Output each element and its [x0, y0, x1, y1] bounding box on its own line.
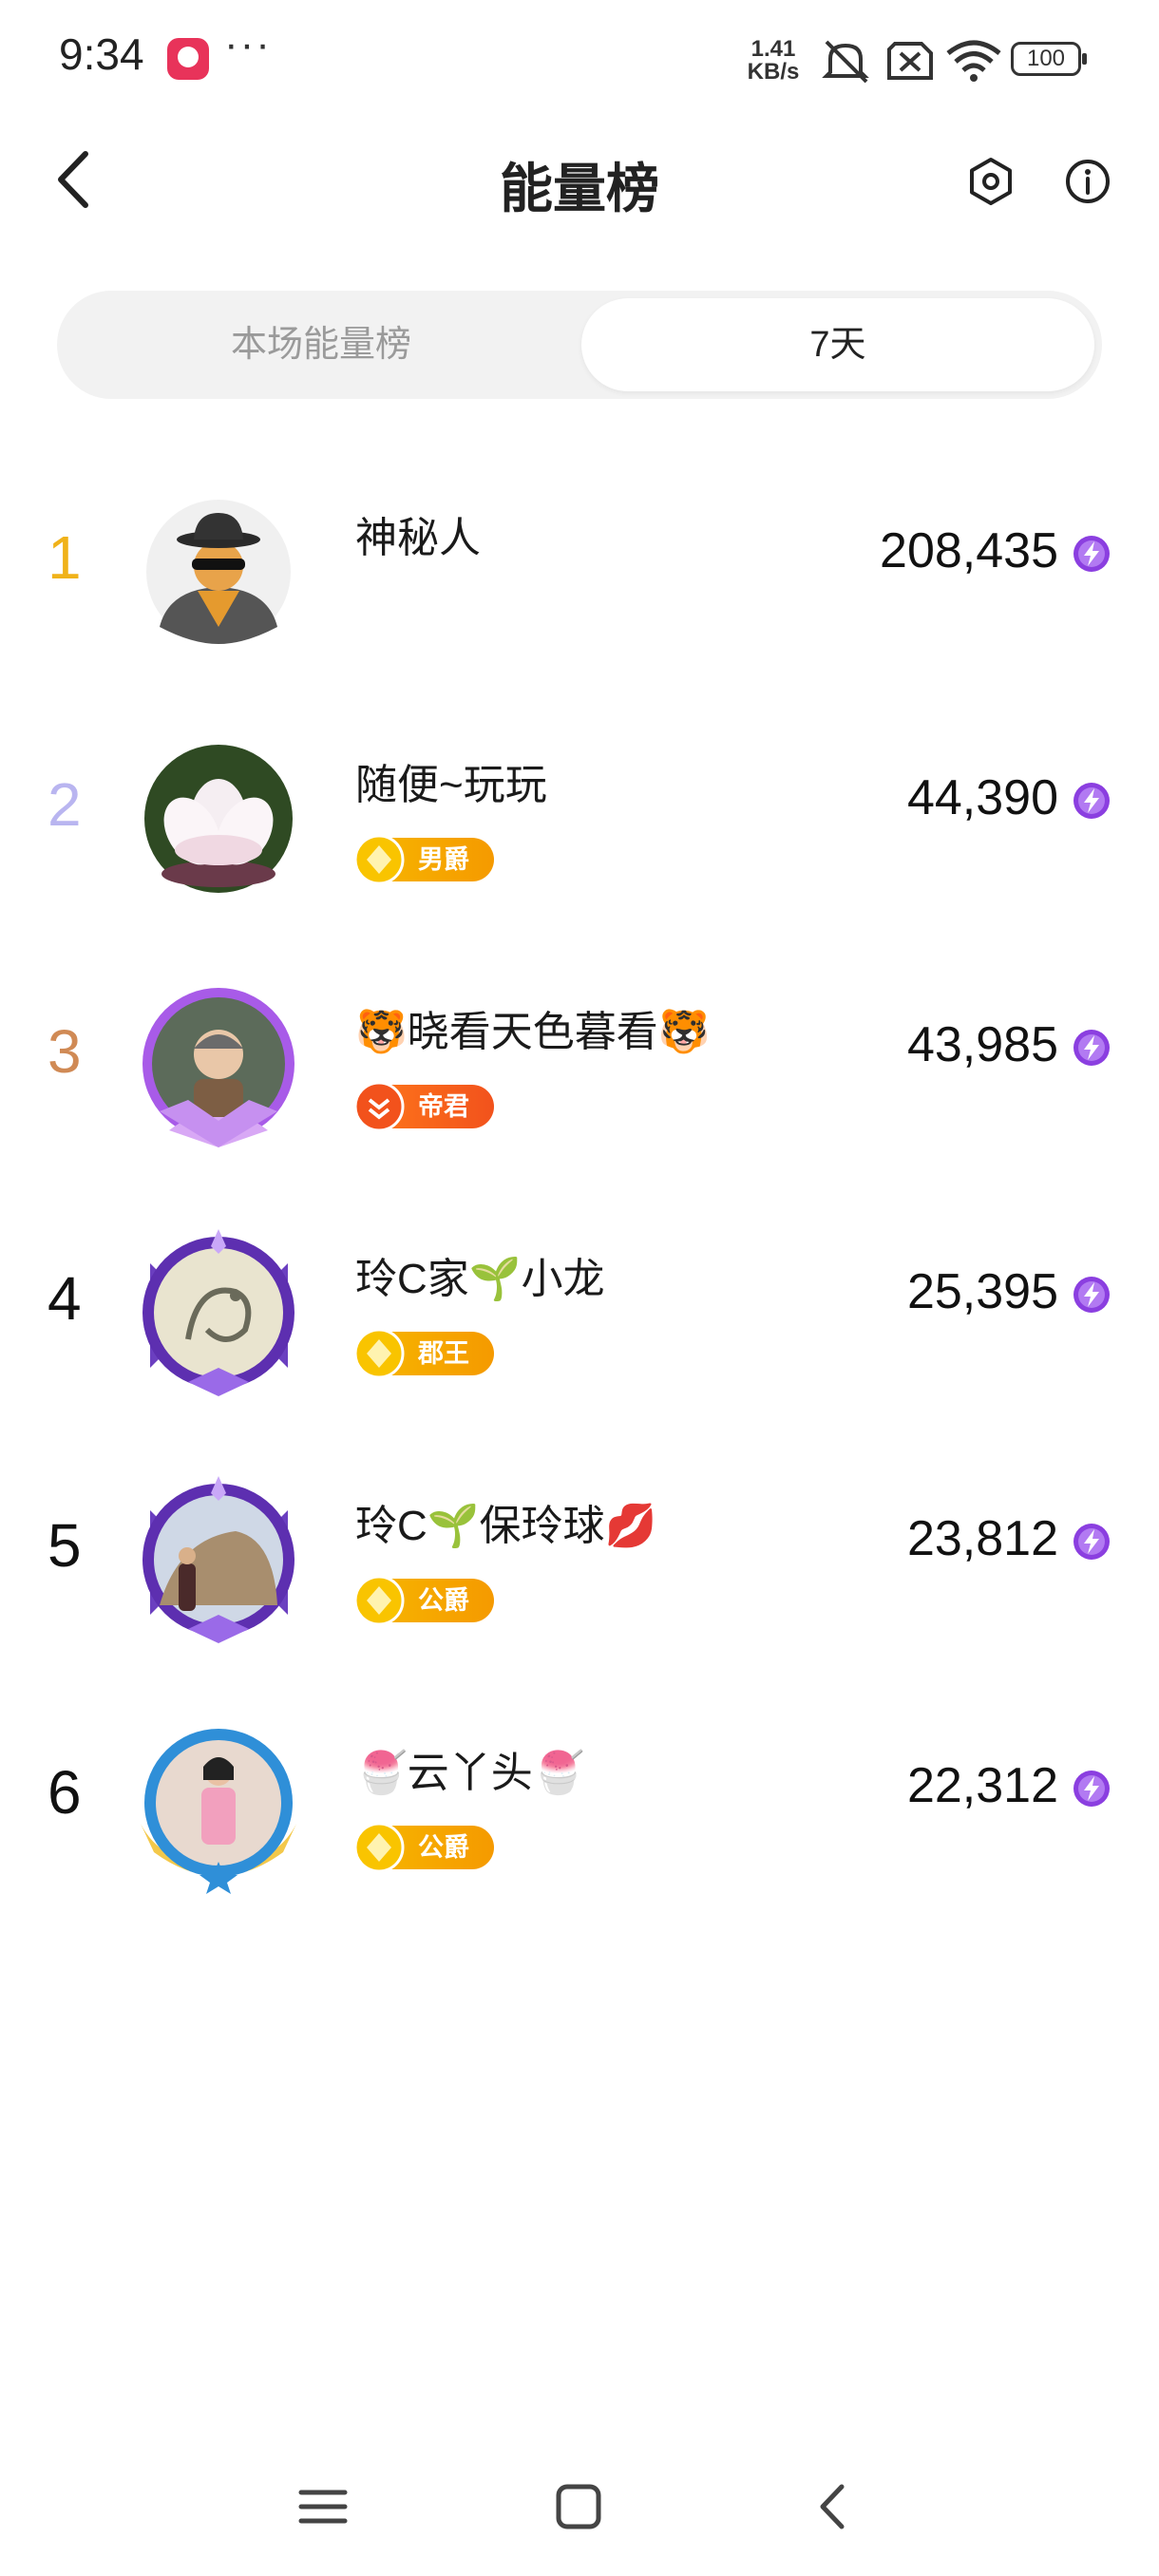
- rank-title-badge: 男爵: [353, 834, 494, 885]
- header: 能量榜: [0, 123, 1159, 237]
- rank-title-badge: 公爵: [353, 1822, 494, 1873]
- badge-label: 帝君: [418, 1092, 469, 1121]
- chevron-badge-icon: [353, 1081, 405, 1132]
- ranking-row[interactable]: 1 神秘人 208,435: [0, 465, 1159, 712]
- system-nav-bar: [0, 2441, 1159, 2576]
- ranking-row[interactable]: 6 🍧云丫头🍧 公爵 22,312: [0, 1700, 1159, 1947]
- lightning-energy-icon: [1074, 1277, 1110, 1313]
- home-icon[interactable]: [545, 2473, 612, 2540]
- energy-score: 208,435: [880, 523, 1058, 578]
- avatar[interactable]: [131, 731, 307, 907]
- diamond-badge-icon: [353, 834, 405, 885]
- avatar[interactable]: [131, 1719, 307, 1895]
- ranking-row[interactable]: 3 🐯晓看天色暮看🐯 帝君 43,985: [0, 959, 1159, 1206]
- user-name: 随便~玩玩: [355, 762, 547, 808]
- user-name: 玲C家🌱小龙: [355, 1256, 605, 1302]
- energy-score: 23,812: [906, 1511, 1058, 1566]
- badge-label: 郡王: [418, 1339, 469, 1368]
- user-name: 玲C🌱保玲球💋: [355, 1503, 657, 1549]
- lightning-energy-icon: [1074, 1771, 1110, 1807]
- network-speed-value: 1.41: [750, 36, 796, 62]
- child-photo-avatar-icon: [142, 988, 294, 1147]
- user-name: 🍧云丫头🍧: [355, 1750, 585, 1796]
- rank-title-badge: 公爵: [353, 1575, 494, 1626]
- status-time: 9:34: [59, 29, 144, 79]
- tab-current-session[interactable]: 本场能量榜: [65, 298, 578, 391]
- app-notification-icon: [167, 38, 209, 80]
- lightning-energy-icon: [1074, 536, 1110, 572]
- battery-indicator: 100: [1011, 42, 1087, 76]
- badge-label: 公爵: [418, 1833, 469, 1862]
- rank-title-badge: 帝君: [353, 1081, 494, 1132]
- lightning-energy-icon: [1074, 1524, 1110, 1560]
- lightning-energy-icon: [1074, 783, 1110, 819]
- energy-score: 44,390: [906, 770, 1058, 825]
- period-tabs: 本场能量榜 7天: [57, 291, 1102, 399]
- ranking-row[interactable]: 2 随便~玩玩 男爵 44,390: [0, 712, 1159, 959]
- mystery-person-avatar-icon: [146, 500, 291, 644]
- avatar[interactable]: [131, 978, 307, 1154]
- energy-score: 43,985: [906, 1017, 1058, 1072]
- network-speed-unit: KB/s: [747, 59, 800, 85]
- energy-score: 22,312: [906, 1758, 1058, 1813]
- tab-7-days[interactable]: 7天: [581, 298, 1094, 391]
- energy-score: 25,395: [906, 1264, 1058, 1319]
- back-icon[interactable]: [800, 2473, 866, 2540]
- rank-number: 2: [48, 770, 82, 839]
- avatar[interactable]: [131, 1225, 307, 1401]
- badge-label: 男爵: [418, 845, 469, 874]
- rank-number: 1: [48, 523, 82, 592]
- network-speed: 1.41 KB/s: [745, 38, 802, 84]
- rank-number: 5: [48, 1511, 82, 1580]
- user-name: 神秘人: [355, 515, 481, 561]
- ranking-row[interactable]: 4 玲C家🌱小龙 郡王 25,395: [0, 1206, 1159, 1453]
- rank-number: 4: [48, 1264, 82, 1333]
- diamond-badge-icon: [353, 1328, 405, 1379]
- lotus-avatar-icon: [144, 745, 293, 893]
- no-sim-icon: [887, 42, 933, 80]
- girl-photo-avatar-icon: [141, 1729, 296, 1894]
- rank-number: 3: [48, 1017, 82, 1086]
- avatar[interactable]: [131, 1472, 307, 1648]
- diamond-badge-icon: [353, 1822, 405, 1873]
- ranking-row[interactable]: 5 玲C🌱保玲球💋 公爵 23,812: [0, 1453, 1159, 1700]
- lightning-energy-icon: [1074, 1030, 1110, 1066]
- badge-label: 公爵: [418, 1586, 469, 1615]
- wifi-icon: [946, 40, 1001, 82]
- avatar[interactable]: [131, 484, 307, 660]
- status-more-indicator: ···: [224, 21, 272, 67]
- hexagon-settings-icon[interactable]: [960, 150, 1022, 213]
- dragon-avatar-icon: [142, 1229, 294, 1396]
- muted-bell-icon: [822, 40, 869, 84]
- diamond-badge-icon: [353, 1575, 405, 1626]
- rank-number: 6: [48, 1758, 82, 1827]
- info-icon[interactable]: [1056, 150, 1119, 213]
- user-name: 🐯晓看天色暮看🐯: [355, 1009, 711, 1055]
- status-bar: 9:34 ··· 1.41 KB/s 100: [0, 0, 1159, 114]
- menu-icon[interactable]: [290, 2473, 356, 2540]
- rank-title-badge: 郡王: [353, 1328, 494, 1379]
- rock-photo-avatar-icon: [142, 1476, 294, 1643]
